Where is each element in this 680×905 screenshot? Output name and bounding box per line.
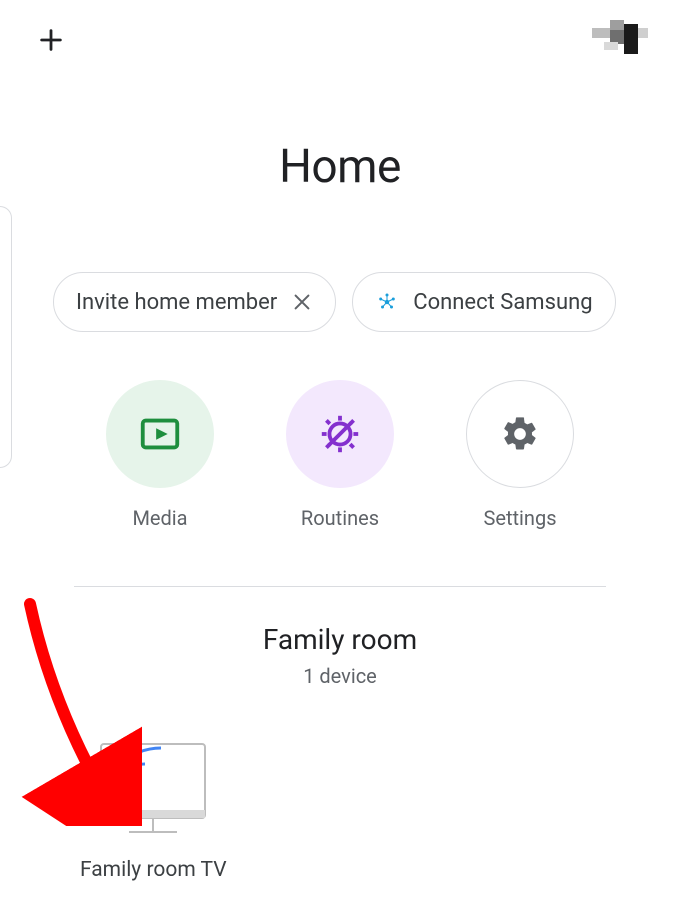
account-avatar[interactable] xyxy=(592,20,652,60)
divider xyxy=(74,586,606,587)
close-icon[interactable] xyxy=(291,291,313,313)
room-header: Family room 1 device xyxy=(0,623,680,688)
plus-icon xyxy=(37,26,65,54)
quick-label: Routines xyxy=(301,506,379,530)
settings-circle xyxy=(466,380,574,488)
device-label: Family room TV xyxy=(80,858,227,882)
smartthings-icon xyxy=(375,290,399,314)
device-grid: Family room TV xyxy=(0,688,680,882)
play-rect-icon xyxy=(137,411,183,457)
media-circle xyxy=(106,380,214,488)
page-title: Home xyxy=(0,140,680,194)
routines-icon xyxy=(317,411,363,457)
chip-invite-member[interactable]: Invite home member xyxy=(53,272,336,332)
room-subtitle: 1 device xyxy=(0,664,680,688)
quick-label: Media xyxy=(132,506,187,530)
quick-actions: Media Routines Settings xyxy=(0,380,680,530)
chip-label: Connect Samsung xyxy=(413,290,592,315)
title-area: Home xyxy=(0,140,680,194)
left-edge-panel xyxy=(0,206,12,468)
add-button[interactable] xyxy=(36,25,66,55)
suggestion-chips: Invite home member Connect Samsung xyxy=(0,272,680,332)
routines-circle xyxy=(286,380,394,488)
chip-connect-samsung[interactable]: Connect Samsung xyxy=(352,272,615,332)
gear-icon xyxy=(500,414,540,454)
quick-settings[interactable]: Settings xyxy=(466,380,574,530)
quick-routines[interactable]: Routines xyxy=(286,380,394,530)
device-family-room-tv[interactable]: Family room TV xyxy=(80,740,227,882)
cast-tv-icon xyxy=(93,740,213,840)
quick-label: Settings xyxy=(483,506,556,530)
room-name: Family room xyxy=(0,623,680,656)
chip-label: Invite home member xyxy=(76,290,277,315)
topbar xyxy=(0,0,680,80)
quick-media[interactable]: Media xyxy=(106,380,214,530)
